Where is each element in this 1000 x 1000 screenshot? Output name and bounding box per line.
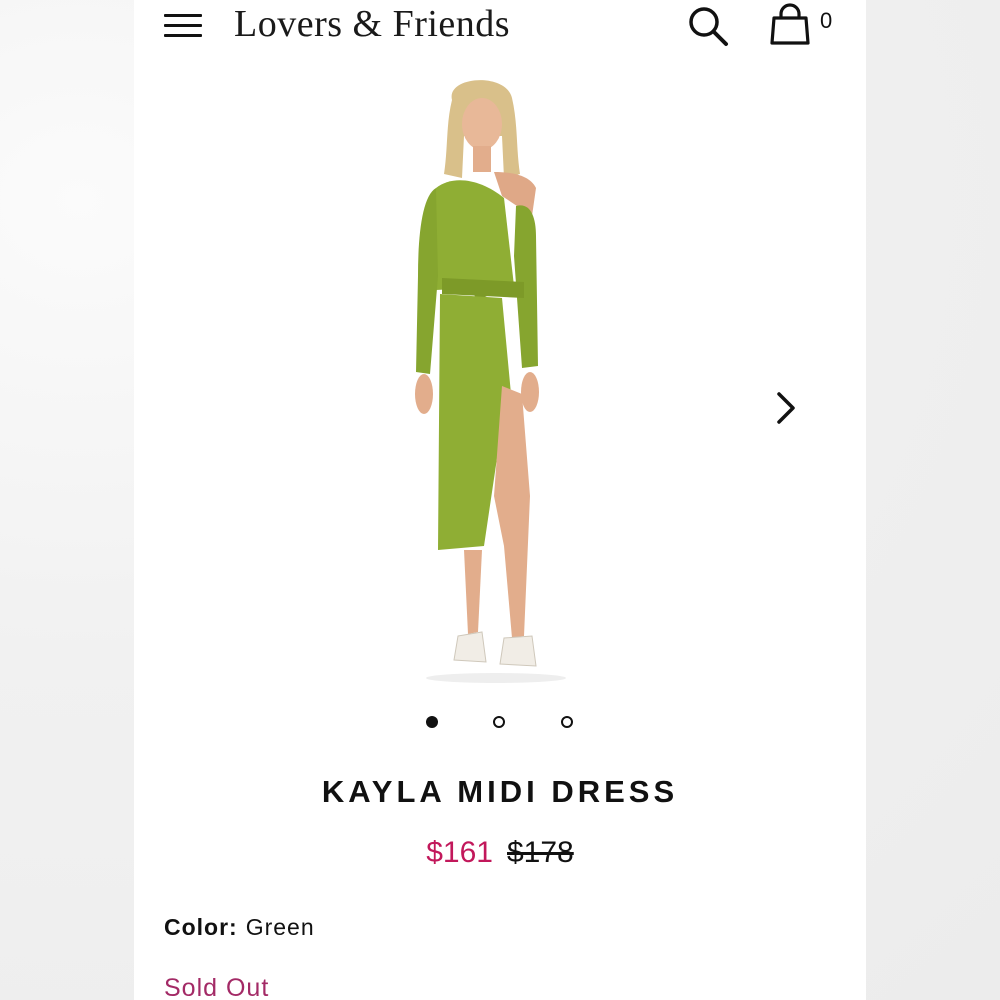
color-info: Color: Green [164, 914, 315, 941]
search-icon[interactable] [686, 4, 730, 48]
cart-button[interactable]: 0 [768, 2, 838, 48]
brand-logo[interactable]: Lovers & Friends [234, 2, 510, 46]
sold-out-status: Sold Out [164, 974, 270, 1000]
original-price: $178 [507, 836, 574, 869]
color-label: Color: [164, 914, 238, 940]
image-carousel-dots [134, 714, 866, 734]
product-title: KAYLA MIDI DRESS [321, 774, 679, 809]
product-page: Lovers & Friends 0 KAYLA MIDI DRESS $161… [134, 0, 866, 1000]
cart-count: 0 [820, 8, 833, 33]
color-value: Green [245, 914, 315, 940]
sale-price: $161 [426, 836, 493, 869]
site-header: Lovers & Friends 0 [134, 0, 866, 56]
product-image[interactable] [354, 76, 614, 688]
hamburger-menu-icon[interactable] [164, 10, 204, 42]
price-row: $161 $178 [134, 836, 866, 870]
carousel-dot-3[interactable] [561, 716, 573, 728]
carousel-dot-2[interactable] [493, 716, 505, 728]
carousel-dot-1[interactable] [426, 716, 438, 728]
next-image-chevron-icon[interactable] [770, 388, 800, 428]
shopping-bag-icon [770, 3, 810, 45]
